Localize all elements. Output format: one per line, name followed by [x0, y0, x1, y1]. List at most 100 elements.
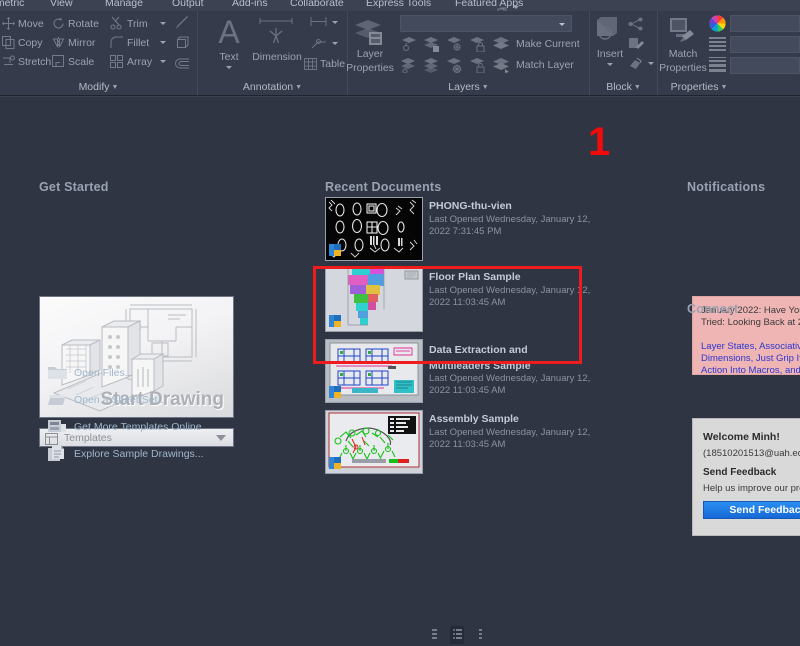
lineweight-icon[interactable]: [709, 57, 726, 77]
multileader-caret-icon[interactable]: [332, 42, 338, 45]
insert-block-icon[interactable]: [594, 16, 626, 51]
array-icon[interactable]: [110, 55, 124, 73]
dimension-command-label[interactable]: Dimension: [250, 51, 304, 63]
tab-parametric[interactable]: ametric: [0, 0, 24, 9]
edit-block-icon[interactable]: [628, 37, 644, 56]
tab-add-ins[interactable]: Add-ins: [232, 0, 268, 9]
scale-command[interactable]: Scale: [68, 56, 94, 68]
recent-thumbnail[interactable]: [325, 410, 423, 474]
match-properties-command-label[interactable]: Properties: [652, 62, 714, 74]
dimension-icon[interactable]: [258, 16, 294, 53]
send-feedback-button[interactable]: Send Feedbac: [703, 501, 800, 519]
trim-command[interactable]: Trim: [127, 18, 148, 30]
recent-document-title[interactable]: Floor Plan Sample: [429, 271, 521, 283]
layer-lock-icon[interactable]: [470, 37, 486, 57]
recent-document-title[interactable]: PHONG-thu-vien: [429, 200, 512, 212]
templates-online-icon[interactable]: [48, 419, 67, 439]
link-open-sheet-set[interactable]: Open a Sheet Set...: [74, 394, 166, 406]
layer-on-icon[interactable]: [447, 58, 463, 78]
linetype-icon[interactable]: [709, 36, 726, 57]
mirror-command[interactable]: Mirror: [68, 37, 95, 49]
fillet-icon[interactable]: [110, 36, 124, 54]
recent-view-mode-toggles[interactable]: [427, 626, 487, 646]
multileader-icon[interactable]: [310, 37, 328, 55]
offset-icon[interactable]: [175, 56, 190, 74]
rotate-icon[interactable]: [52, 17, 65, 35]
table-icon[interactable]: [304, 57, 317, 75]
array-caret-icon[interactable]: [160, 60, 166, 63]
table-command[interactable]: Table: [320, 58, 345, 70]
panel-title-modify[interactable]: Modify▼: [0, 81, 197, 93]
tab-collaborate[interactable]: Collaborate: [290, 0, 344, 9]
mirror-icon[interactable]: [52, 36, 65, 54]
recent-document-item[interactable]: PHONG-thu-vien Last Opened Wednesday, Ja…: [325, 197, 575, 263]
insert-command-label[interactable]: Insert: [590, 48, 630, 60]
match-layer-icon[interactable]: [493, 58, 511, 78]
layer-selector[interactable]: [400, 15, 572, 32]
recent-thumbnail[interactable]: [325, 197, 423, 261]
erase-icon[interactable]: [175, 16, 190, 35]
sheet-set-icon[interactable]: [48, 392, 67, 412]
recent-document-item[interactable]: Data Extraction and Multileaders Sample …: [325, 339, 575, 405]
tab-view[interactable]: View: [50, 0, 73, 9]
tab-output[interactable]: Output: [172, 0, 204, 9]
quick-view-icon[interactable]: [497, 3, 509, 11]
sample-drawings-icon[interactable]: [48, 446, 67, 467]
layer-isolate-icon[interactable]: [401, 37, 417, 57]
chevron-down-icon[interactable]: [216, 435, 226, 441]
lineweight-value-box[interactable]: [730, 57, 800, 74]
panel-title-annotation[interactable]: Annotation▼: [198, 81, 347, 93]
panel-title-properties[interactable]: Properties▼: [628, 81, 770, 93]
create-block-icon[interactable]: [628, 17, 644, 36]
ribbon-tab-strip[interactable]: ametric View Manage Output Add-ins Colla…: [0, 0, 800, 11]
recent-document-title[interactable]: Assembly Sample: [429, 413, 519, 425]
block-attributes-icon[interactable]: [628, 57, 644, 76]
linetype-value-box[interactable]: [730, 36, 800, 53]
layer-thaw-icon[interactable]: [424, 58, 440, 78]
layer-unlock-icon[interactable]: [470, 58, 486, 78]
view-mode-compact[interactable]: [473, 626, 487, 644]
text-icon[interactable]: A: [214, 15, 244, 54]
color-swatch-icon[interactable]: [709, 15, 726, 37]
leader-caret-icon[interactable]: [332, 21, 338, 24]
trim-icon[interactable]: [110, 16, 124, 35]
recent-document-title[interactable]: Data Extraction and Multileaders Sample: [429, 342, 549, 374]
extrude-icon[interactable]: [175, 36, 189, 54]
recent-thumbnail[interactable]: [325, 339, 423, 403]
insert-caret-icon[interactable]: [607, 63, 613, 66]
link-get-more-templates[interactable]: Get More Templates Online: [74, 421, 202, 433]
copy-icon[interactable]: [2, 36, 15, 54]
recent-thumbnail[interactable]: [325, 268, 423, 332]
layer-off-icon[interactable]: [447, 37, 463, 57]
view-mode-list[interactable]: [427, 626, 441, 644]
leader-icon[interactable]: [310, 16, 328, 34]
notification-link[interactable]: Layer States, Associative Dimensions, Ju…: [701, 341, 800, 377]
fillet-caret-icon[interactable]: [160, 41, 166, 44]
recent-document-item[interactable]: Assembly Sample Last Opened Wednesday, J…: [325, 410, 575, 476]
panel-title-layers[interactable]: Layers▼: [348, 81, 589, 93]
layer-selector-caret-icon[interactable]: [559, 23, 565, 26]
folder-icon[interactable]: [48, 365, 67, 385]
make-current-command[interactable]: Make Current: [516, 38, 580, 50]
link-open-files[interactable]: Open Files...: [74, 367, 134, 379]
color-value-box[interactable]: [730, 15, 800, 32]
layer-properties-command-label[interactable]: Properties: [343, 62, 397, 74]
array-command[interactable]: Array: [127, 56, 152, 68]
recent-document-item[interactable]: Floor Plan Sample Last Opened Wednesday,…: [325, 268, 575, 334]
layer-properties-icon[interactable]: [354, 17, 384, 52]
move-icon[interactable]: [2, 17, 15, 35]
stretch-command[interactable]: Stretch: [18, 56, 51, 68]
tab-express-tools[interactable]: Express Tools: [366, 0, 431, 9]
trim-caret-icon[interactable]: [160, 22, 166, 25]
layer-freeze-icon[interactable]: [424, 37, 440, 57]
make-current-icon[interactable]: [493, 37, 511, 57]
layer-unisolate-icon[interactable]: [401, 58, 417, 78]
text-caret-icon[interactable]: [226, 66, 232, 69]
view-mode-detail[interactable]: [450, 626, 464, 644]
match-properties-icon[interactable]: [668, 16, 698, 51]
scale-icon[interactable]: [52, 55, 65, 73]
move-command[interactable]: Move: [18, 18, 44, 30]
match-layer-command[interactable]: Match Layer: [516, 59, 574, 71]
fillet-command[interactable]: Fillet: [127, 37, 149, 49]
link-explore-sample-drawings[interactable]: Explore Sample Drawings...: [74, 448, 204, 460]
